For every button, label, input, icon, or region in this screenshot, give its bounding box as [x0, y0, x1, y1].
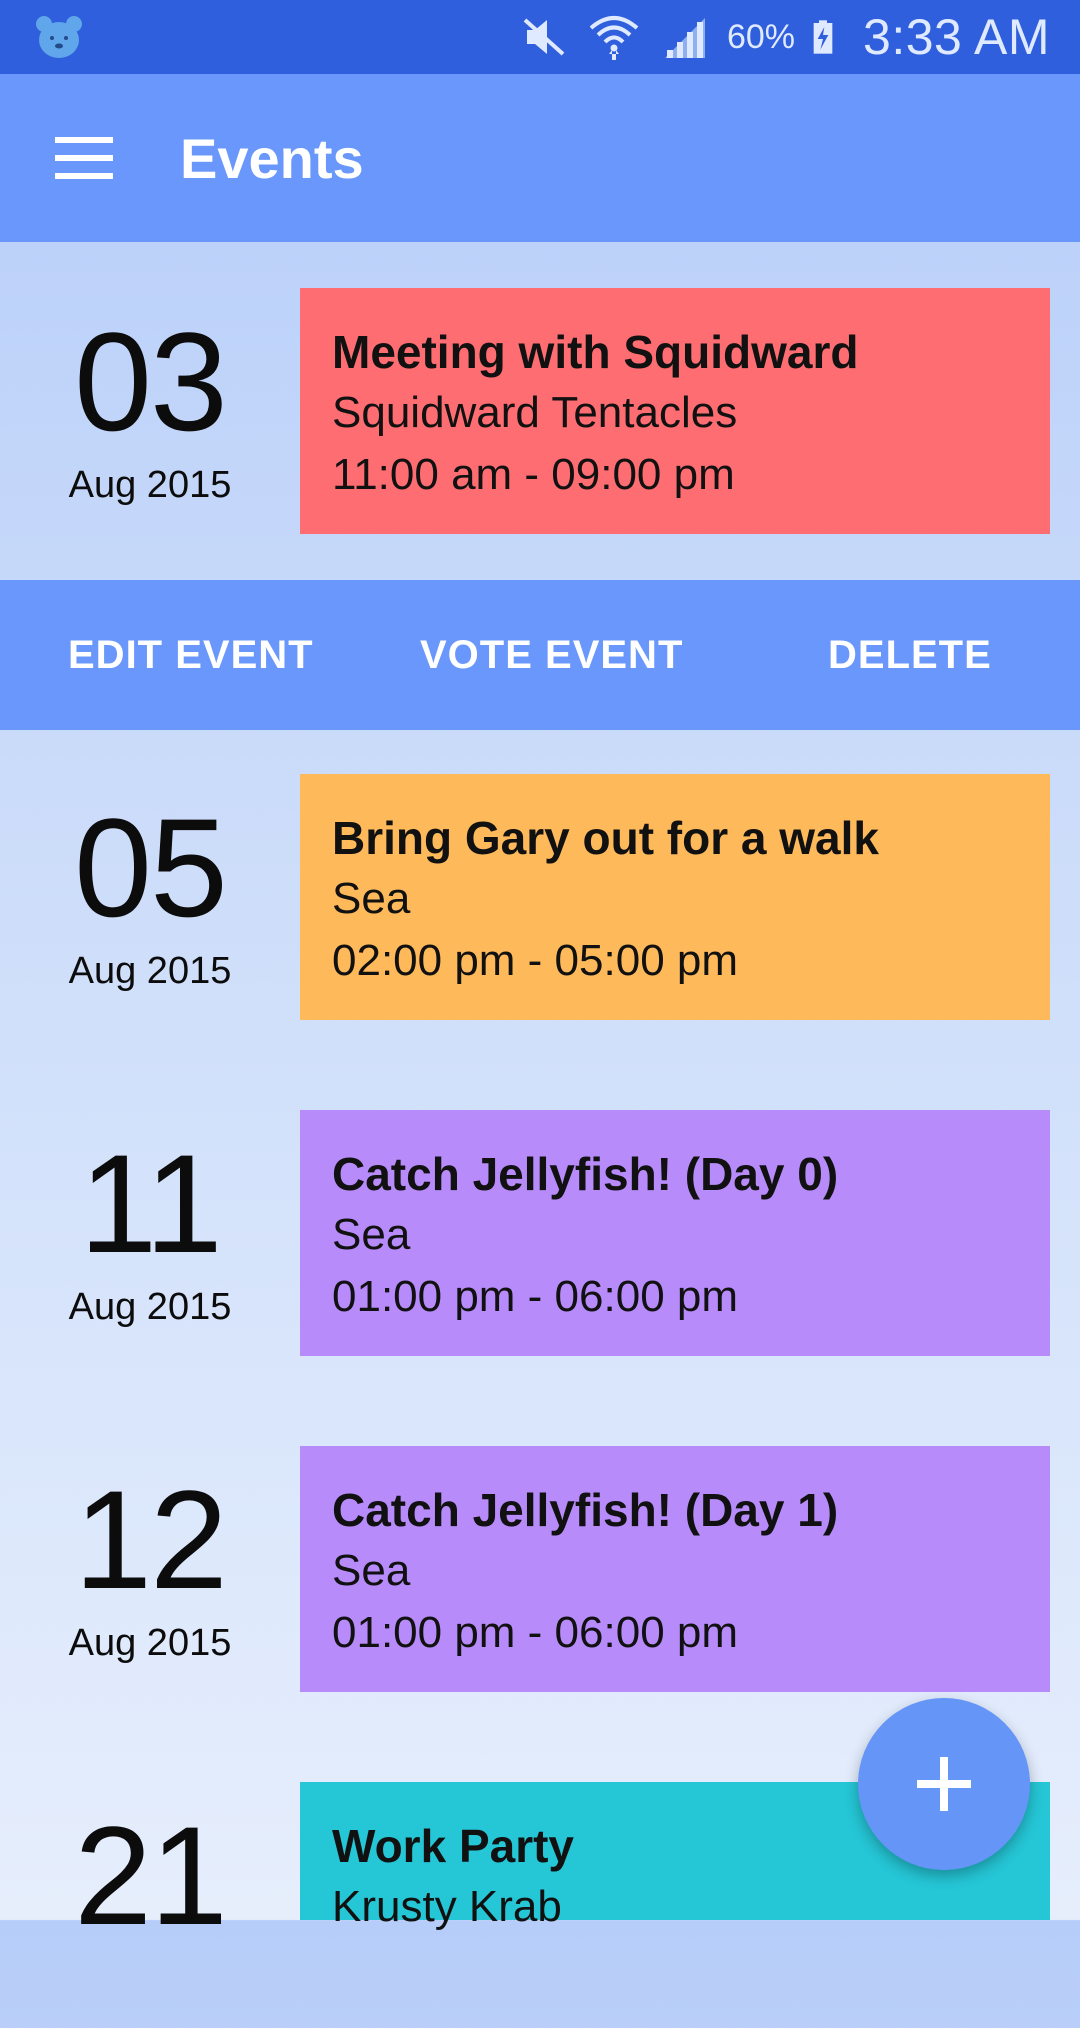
event-date: 11 Aug 2015 [40, 1134, 260, 1329]
event-date: 21 [40, 1806, 260, 1958]
event-day: 03 [74, 303, 228, 460]
event-day: 11 [79, 1125, 222, 1282]
event-location: Squidward Tentacles [332, 388, 738, 437]
wifi-icon [589, 16, 639, 60]
event-action-bar: EDIT EVENT VOTE EVENT DELETE [0, 580, 1080, 730]
event-row: 05 Aug 2015 Bring Gary out for a walk Se… [0, 774, 1080, 1020]
event-location: Sea [332, 1210, 411, 1259]
battery-percent: 60% [726, 17, 796, 56]
event-card[interactable]: Catch Jellyfish! (Day 1) Sea 01:00 pm - … [300, 1446, 1050, 1692]
event-date: 12 Aug 2015 [40, 1470, 260, 1665]
event-row: 12 Aug 2015 Catch Jellyfish! (Day 1) Sea… [0, 1446, 1080, 1692]
event-day: 21 [74, 1797, 228, 1954]
event-title: Bring Gary out for a walk [332, 812, 879, 864]
signal-icon [664, 18, 705, 58]
mute-icon [523, 18, 565, 56]
vote-event-button[interactable]: VOTE EVENT [420, 580, 683, 730]
event-time: 01:00 pm - 06:00 pm [332, 1608, 739, 1657]
bear-app-icon [36, 16, 82, 58]
event-month: Aug 2015 [68, 1622, 232, 1664]
event-time: 11:00 am - 09:00 pm [332, 450, 735, 499]
event-day: 05 [74, 789, 228, 946]
hamburger-menu-icon [55, 137, 113, 179]
event-time: 01:00 pm - 06:00 pm [332, 1272, 739, 1321]
battery-charging-icon [813, 20, 833, 54]
event-date: 03 Aug 2015 [40, 312, 260, 507]
event-title: Meeting with Squidward [332, 326, 859, 378]
event-location: Sea [332, 1546, 411, 1595]
event-card[interactable]: Meeting with Squidward Squidward Tentacl… [300, 288, 1050, 534]
event-time: 02:00 pm - 05:00 pm [332, 936, 739, 985]
event-title: Catch Jellyfish! (Day 0) [332, 1148, 839, 1200]
event-day: 12 [74, 1461, 228, 1618]
event-row: 03 Aug 2015 Meeting with Squidward Squid… [0, 288, 1080, 534]
event-month: Aug 2015 [68, 950, 232, 992]
event-month: Aug 2015 [68, 1286, 232, 1328]
event-card[interactable]: Catch Jellyfish! (Day 0) Sea 01:00 pm - … [300, 1110, 1050, 1356]
status-icons: 60% 3:33 AM [517, 0, 1050, 74]
event-location: Sea [332, 874, 411, 923]
event-location: Krusty Krab [332, 1882, 562, 1931]
event-month: Aug 2015 [68, 464, 232, 506]
page-title: Events [180, 127, 364, 190]
event-date: 05 Aug 2015 [40, 798, 260, 993]
plus-icon [917, 1757, 971, 1811]
status-time: 3:33 AM [863, 9, 1050, 65]
event-title: Catch Jellyfish! (Day 1) [332, 1484, 839, 1536]
status-bar: 60% 3:33 AM [0, 0, 1080, 74]
menu-button[interactable] [40, 118, 128, 198]
edit-event-button[interactable]: EDIT EVENT [68, 580, 314, 730]
event-row: 11 Aug 2015 Catch Jellyfish! (Day 0) Sea… [0, 1110, 1080, 1356]
event-card[interactable]: Bring Gary out for a walk Sea 02:00 pm -… [300, 774, 1050, 1020]
add-event-button[interactable] [858, 1698, 1030, 1870]
app-bar: Events [0, 74, 1080, 242]
delete-event-button[interactable]: DELETE [828, 580, 992, 730]
